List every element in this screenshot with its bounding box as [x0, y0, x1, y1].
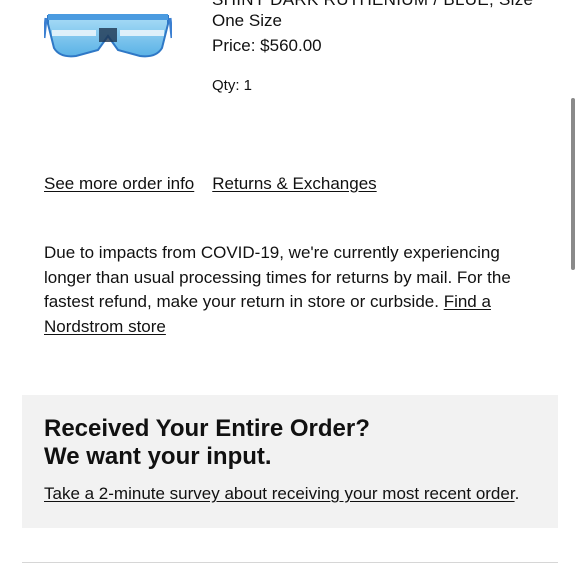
product-price: Price: $560.00 [212, 36, 322, 55]
survey-heading: Received Your Entire Order? We want your… [44, 415, 370, 471]
sunglasses-image [42, 14, 174, 58]
covid-notice-text: Due to impacts from COVID-19, we're curr… [44, 243, 511, 312]
product-quantity: Qty: 1 [212, 77, 253, 94]
survey-heading-line1: Received Your Entire Order? [44, 415, 370, 442]
returns-exchanges-link[interactable]: Returns & Exchanges [212, 174, 376, 193]
product-variant-line: SHINY DARK RUTHENIUM / BLUE, Size [212, 0, 533, 10]
survey-heading-line2: We want your input. [44, 443, 272, 470]
order-links: See more order info Returns & Exchanges [44, 173, 377, 195]
survey-suffix: . [514, 484, 520, 503]
survey-link[interactable]: Take a 2-minute survey about receiving y… [44, 484, 515, 503]
survey-line: Take a 2-minute survey about receiving y… [44, 483, 519, 505]
product-size: One Size [212, 11, 282, 30]
survey-panel: Received Your Entire Order? We want your… [22, 395, 558, 528]
product-image[interactable] [42, 8, 174, 70]
see-more-order-info-link[interactable]: See more order info [44, 174, 194, 193]
scrollbar[interactable] [571, 98, 575, 270]
covid-notice: Due to impacts from COVID-19, we're curr… [44, 241, 536, 339]
section-divider [22, 562, 558, 563]
